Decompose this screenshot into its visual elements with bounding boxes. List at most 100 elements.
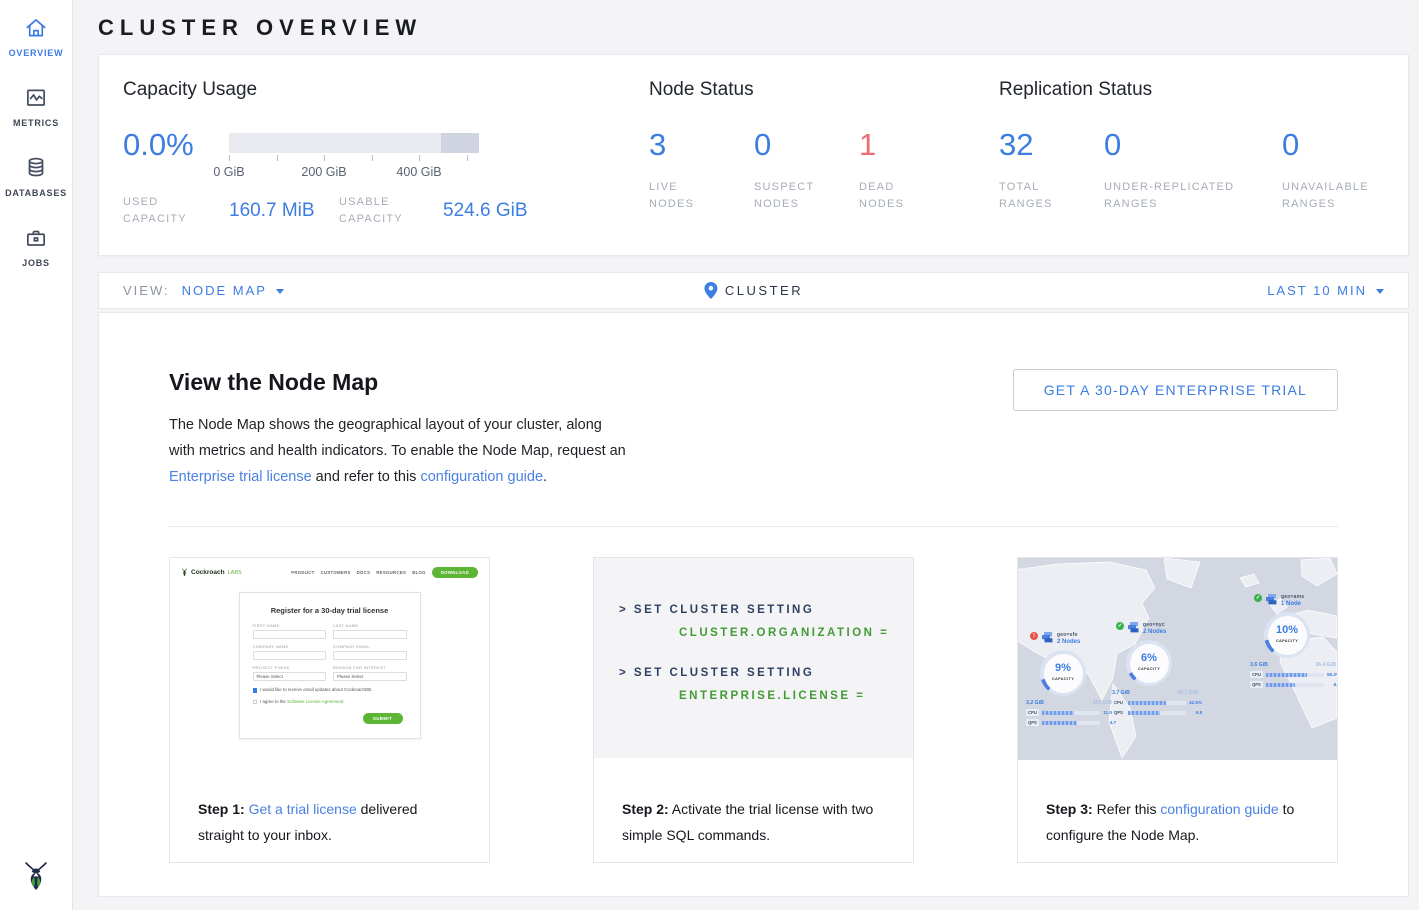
mini-field-label: COMPANY EMAIL bbox=[333, 644, 407, 649]
live-nodes-label: LIVE NODES bbox=[649, 179, 709, 213]
qps-value: 4.7 bbox=[1103, 720, 1116, 725]
locality-label: CLUSTER bbox=[725, 283, 803, 298]
dead-nodes-value: 1 bbox=[859, 127, 961, 163]
locality-name: geo=nyc bbox=[1143, 622, 1166, 628]
node-ok-badge: ✓ bbox=[1116, 622, 1124, 630]
locality-node-count: 2 Nodes bbox=[1057, 639, 1080, 645]
capacity-ring-percent: 6% bbox=[1126, 652, 1172, 664]
replication-status-section: Replication Status 32 TOTAL RANGES 0 UND… bbox=[999, 79, 1384, 231]
sidebar: OVERVIEW METRICS DATABASES JOBS bbox=[0, 0, 73, 910]
unavailable-ranges-stat: 0 UNAVAILABLE RANGES bbox=[1282, 127, 1384, 213]
capacity-axis-ticks bbox=[229, 155, 467, 162]
sidebar-item-metrics[interactable]: METRICS bbox=[0, 70, 72, 140]
sql-commands-illustration: > SET CLUSTER SETTING CLUSTER.ORGANIZATI… bbox=[594, 558, 913, 764]
qps-bar bbox=[1128, 711, 1186, 715]
nav-item: PRODUCT bbox=[291, 570, 314, 575]
sidebar-item-jobs[interactable]: JOBS bbox=[0, 210, 72, 280]
mini-checkbox-checked bbox=[253, 688, 258, 693]
used-capacity-value: 160.7 MiB bbox=[199, 200, 339, 222]
mini-checkbox-label: I would like to receive email updates ab… bbox=[260, 688, 372, 692]
enterprise-trial-license-link[interactable]: Enterprise trial license bbox=[169, 469, 312, 485]
brand-name: Cockroach bbox=[191, 569, 225, 576]
mini-trial-form: Register for a 30-day trial license FIRS… bbox=[239, 592, 421, 739]
chevron-down-icon bbox=[1376, 289, 1384, 294]
sql-command: > SET CLUSTER SETTING bbox=[619, 604, 913, 616]
usable-capacity-label: USABLE CAPACITY bbox=[339, 194, 421, 228]
under-replicated-ranges-label: UNDER-REPLICATED RANGES bbox=[1104, 179, 1264, 213]
step-number: Step 3: bbox=[1046, 801, 1093, 817]
cockroach-labs-logo bbox=[0, 860, 72, 896]
under-replicated-ranges-value: 0 bbox=[1104, 127, 1282, 163]
total-ranges-stat: 32 TOTAL RANGES bbox=[999, 127, 1104, 213]
description-text: The Node Map shows the geographical layo… bbox=[169, 417, 626, 459]
node-stack-icon bbox=[1041, 632, 1054, 644]
mini-field-label: PROJECT PHASE bbox=[253, 665, 327, 670]
mini-field-input bbox=[253, 630, 327, 639]
qps-label: QPS bbox=[1250, 681, 1263, 688]
locality-node-count: 1 Node bbox=[1281, 601, 1304, 607]
get-trial-license-link[interactable]: Get a trial license bbox=[249, 801, 357, 817]
description-text: . bbox=[543, 469, 547, 485]
mini-checkbox-unchecked bbox=[253, 700, 258, 705]
mini-field-select: Please Select bbox=[253, 672, 327, 681]
description-text: and refer to this bbox=[312, 469, 421, 485]
sidebar-item-overview[interactable]: OVERVIEW bbox=[0, 0, 72, 70]
node-stack-icon bbox=[1265, 594, 1278, 606]
step-3-caption: Step 3: Refer this configuration guide t… bbox=[1018, 778, 1337, 848]
step-3-card: ! geo=sfo2 Nodes 9% CAPACITY 3.2 GiB351 … bbox=[1017, 557, 1338, 863]
time-range-selector[interactable]: LAST 10 MIN bbox=[1267, 283, 1384, 298]
sql-command: > SET CLUSTER SETTING bbox=[619, 667, 913, 679]
unavailable-ranges-value: 0 bbox=[1282, 127, 1384, 163]
tick-label: 200 GiB bbox=[301, 165, 346, 179]
node-status-title: Node Status bbox=[649, 79, 961, 101]
briefcase-icon bbox=[23, 225, 49, 251]
sidebar-item-databases[interactable]: DATABASES bbox=[0, 140, 72, 210]
qps-bar bbox=[1266, 683, 1324, 687]
replication-status-title: Replication Status bbox=[999, 79, 1384, 101]
capacity-ring-label: CAPACITY bbox=[1126, 667, 1172, 671]
sidebar-item-label: JOBS bbox=[22, 258, 50, 268]
view-selector[interactable]: VIEW: NODE MAP bbox=[123, 283, 284, 298]
map-locality-sfo: ! geo=sfo2 Nodes 9% CAPACITY 3.2 GiB351 … bbox=[1026, 632, 1122, 726]
configuration-guide-link[interactable]: configuration guide bbox=[420, 469, 543, 485]
node-map-panel: View the Node Map The Node Map shows the… bbox=[98, 312, 1409, 897]
configuration-guide-link[interactable]: configuration guide bbox=[1160, 801, 1278, 817]
tick-label: 0 GiB bbox=[213, 165, 244, 179]
trial-license-site-screenshot: Cockroach LABS PRODUCT CUSTOMERS DOCS RE… bbox=[170, 558, 489, 764]
qps-bar bbox=[1042, 721, 1100, 725]
sidebar-item-label: DATABASES bbox=[5, 188, 67, 198]
nav-item: BLOG bbox=[412, 570, 426, 575]
used-gib: 3.7 GiB bbox=[1112, 690, 1130, 696]
app-window: OVERVIEW METRICS DATABASES JOBS bbox=[0, 0, 1419, 910]
capacity-stats: USED CAPACITY 160.7 MiB USABLE CAPACITY … bbox=[123, 194, 623, 228]
mini-field-label: FIRST NAME bbox=[253, 623, 327, 628]
database-icon bbox=[23, 155, 49, 181]
cpu-label: CPU bbox=[1112, 699, 1125, 706]
qps-value: 5.8 bbox=[1189, 710, 1202, 715]
map-locality-ams: ✓ geo=ams1 Node 10% CAPACITY 3.6 GiB36.4… bbox=[1250, 594, 1337, 688]
total-gib: 351 GiB bbox=[1093, 700, 1112, 706]
tick-label: 400 GiB bbox=[396, 165, 441, 179]
cluster-summary-card: Capacity Usage 0.0% 0 GiB 200 GiB 400 Gi… bbox=[98, 54, 1409, 256]
mini-site-nav: PRODUCT CUSTOMERS DOCS RESOURCES BLOG DO… bbox=[291, 567, 478, 578]
mini-bug-icon bbox=[181, 568, 188, 577]
nav-item: RESOURCES bbox=[376, 570, 406, 575]
capacity-ring: 9% CAPACITY bbox=[1040, 650, 1086, 696]
used-capacity-label: USED CAPACITY bbox=[123, 194, 199, 228]
cpu-label: CPU bbox=[1026, 709, 1039, 716]
total-ranges-label: TOTAL RANGES bbox=[999, 179, 1059, 213]
cpu-label: CPU bbox=[1250, 671, 1263, 678]
sql-setting: CLUSTER.ORGANIZATION = bbox=[679, 627, 913, 639]
under-replicated-ranges-stat: 0 UNDER-REPLICATED RANGES bbox=[1104, 127, 1282, 213]
get-enterprise-trial-button[interactable]: GET A 30-DAY ENTERPRISE TRIAL bbox=[1013, 369, 1338, 411]
node-map-preview-image: ! geo=sfo2 Nodes 9% CAPACITY 3.2 GiB351 … bbox=[1018, 558, 1337, 764]
qps-label: QPS bbox=[1026, 719, 1039, 726]
sql-setting: ENTERPRISE.LICENSE = bbox=[679, 690, 913, 702]
chevron-down-icon bbox=[276, 289, 284, 294]
caption-text: Refer this bbox=[1093, 801, 1161, 817]
used-gib: 3.2 GiB bbox=[1026, 700, 1044, 706]
mini-field-label: REASON FOR INTEREST bbox=[333, 665, 407, 670]
capacity-ring-percent: 10% bbox=[1264, 624, 1310, 636]
qps-label: QPS bbox=[1112, 709, 1125, 716]
capacity-ring-label: CAPACITY bbox=[1040, 677, 1086, 681]
